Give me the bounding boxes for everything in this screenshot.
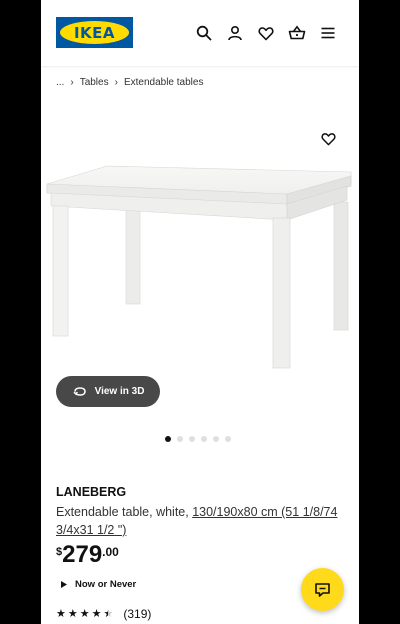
gallery-dot[interactable] xyxy=(177,436,183,442)
product-description: Extendable table, white, 130/190x80 cm (… xyxy=(56,503,351,539)
view-in-3d-button[interactable]: View in 3D xyxy=(56,376,160,407)
product-description-text: Extendable table, white, xyxy=(56,505,193,519)
site-header: IKEA xyxy=(41,0,359,66)
breadcrumb: ... › Tables › Extendable tables xyxy=(56,77,203,88)
chevron-right-icon: › xyxy=(70,77,74,88)
user-icon[interactable] xyxy=(224,22,246,44)
rotate-3d-icon xyxy=(73,387,86,396)
gallery-pagination xyxy=(165,436,231,442)
star-half-icon: ★ ★ xyxy=(103,608,114,620)
menu-icon[interactable] xyxy=(317,22,339,44)
heart-icon[interactable] xyxy=(255,22,277,44)
star-full-icon: ★ xyxy=(79,608,90,620)
chat-button[interactable] xyxy=(301,568,344,611)
price-decimal: .00 xyxy=(102,545,119,559)
now-or-never-label: Now or Never xyxy=(75,579,137,590)
search-icon[interactable] xyxy=(193,22,215,44)
price-integer: 279 xyxy=(62,541,103,568)
logo-oval: IKEA xyxy=(60,21,129,44)
heart-icon xyxy=(320,133,336,146)
star-full-icon: ★ xyxy=(67,608,78,620)
basket-icon[interactable] xyxy=(286,22,308,44)
star-full-icon: ★ xyxy=(56,608,66,620)
ikea-logo[interactable]: IKEA xyxy=(56,17,133,48)
chevron-right-icon: › xyxy=(114,77,118,88)
product-page: IKEA ... › Tables › Extendable tables Vi… xyxy=(41,0,359,624)
caret-right-icon xyxy=(61,581,67,588)
gallery-dot[interactable] xyxy=(225,436,231,442)
star-full-icon: ★ xyxy=(91,608,102,620)
table-illustration xyxy=(46,165,352,369)
product-image[interactable] xyxy=(41,110,359,390)
breadcrumb-item-tables[interactable]: Tables xyxy=(80,77,109,88)
chat-icon xyxy=(315,582,330,597)
gallery-dot[interactable] xyxy=(165,436,171,442)
gallery-dot[interactable] xyxy=(213,436,219,442)
view-in-3d-label: View in 3D xyxy=(94,386,145,397)
review-count: (319) xyxy=(123,607,152,621)
product-price: $ 279 .00 xyxy=(56,542,119,568)
gallery-dot[interactable] xyxy=(201,436,207,442)
product-name: LANEBERG xyxy=(56,485,127,499)
logo-text: IKEA xyxy=(73,23,116,42)
product-rating[interactable]: ★ ★ ★ ★ ★ ★ (319) xyxy=(56,607,151,621)
breadcrumb-item-extendable-tables[interactable]: Extendable tables xyxy=(124,77,204,88)
gallery-dot[interactable] xyxy=(189,436,195,442)
add-to-favourites-button[interactable] xyxy=(317,128,339,150)
now-or-never-toggle[interactable]: Now or Never xyxy=(61,579,136,590)
breadcrumb-ellipsis[interactable]: ... xyxy=(56,77,64,88)
